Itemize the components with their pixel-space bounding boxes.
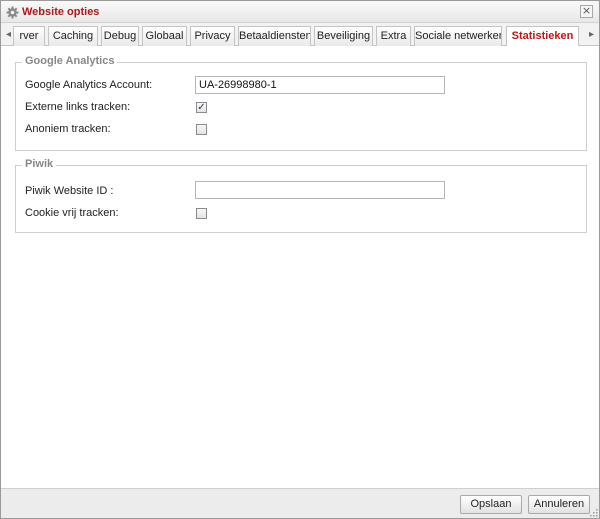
piwik-legend: Piwik	[22, 158, 57, 170]
external-links-checkbox[interactable]: ✓	[196, 102, 207, 113]
tab-scroll-right-icon[interactable]: ▸	[586, 26, 597, 45]
website-options-window: Website opties × ◂ rver Caching Debug Gl…	[0, 0, 600, 519]
gear-icon	[6, 6, 19, 19]
dialog-footer: Opslaan Annuleren	[1, 488, 599, 518]
save-button[interactable]: Opslaan	[460, 495, 522, 514]
tab-globaal[interactable]: Globaal	[142, 26, 187, 46]
cookie-free-label: Cookie vrij tracken:	[25, 207, 119, 219]
tab-strip: ◂ rver Caching Debug Globaal Privacy Bet…	[1, 23, 599, 47]
cancel-button[interactable]: Annuleren	[528, 495, 590, 514]
piwik-group: Piwik Piwik Website ID : Cookie vrij tra…	[15, 158, 587, 233]
ga-account-label: Google Analytics Account:	[25, 79, 153, 91]
tab-caching[interactable]: Caching	[48, 26, 98, 46]
tab-debug[interactable]: Debug	[101, 26, 139, 46]
external-links-label: Externe links tracken:	[25, 101, 131, 113]
google-analytics-legend: Google Analytics	[22, 55, 118, 67]
tab-content-statistieken: Google Analytics Google Analytics Accoun…	[1, 46, 599, 488]
anonymous-checkbox[interactable]	[196, 124, 207, 135]
title-bar[interactable]: Website opties ×	[1, 1, 599, 23]
tab-extra[interactable]: Extra	[376, 26, 411, 46]
ga-account-input[interactable]	[195, 76, 445, 94]
tab-sociale-netwerken[interactable]: Sociale netwerken	[414, 26, 502, 46]
tab-server[interactable]: rver	[13, 26, 45, 46]
google-analytics-group: Google Analytics Google Analytics Accoun…	[15, 55, 587, 151]
close-icon[interactable]: ×	[580, 5, 593, 18]
piwik-website-id-label: Piwik Website ID :	[25, 185, 114, 197]
cookie-free-checkbox[interactable]	[196, 208, 207, 219]
window-title: Website opties	[22, 6, 100, 18]
anonymous-label: Anoniem tracken:	[25, 123, 111, 135]
tab-statistieken[interactable]: Statistieken	[506, 26, 579, 47]
piwik-website-id-input[interactable]	[195, 181, 445, 199]
tab-betaaldiensten[interactable]: Betaaldiensten	[238, 26, 311, 46]
tab-privacy[interactable]: Privacy	[190, 26, 235, 46]
resize-grip-icon[interactable]	[588, 507, 598, 517]
checkmark-icon: ✓	[197, 102, 206, 113]
tab-beveiliging[interactable]: Beveiliging	[314, 26, 373, 46]
